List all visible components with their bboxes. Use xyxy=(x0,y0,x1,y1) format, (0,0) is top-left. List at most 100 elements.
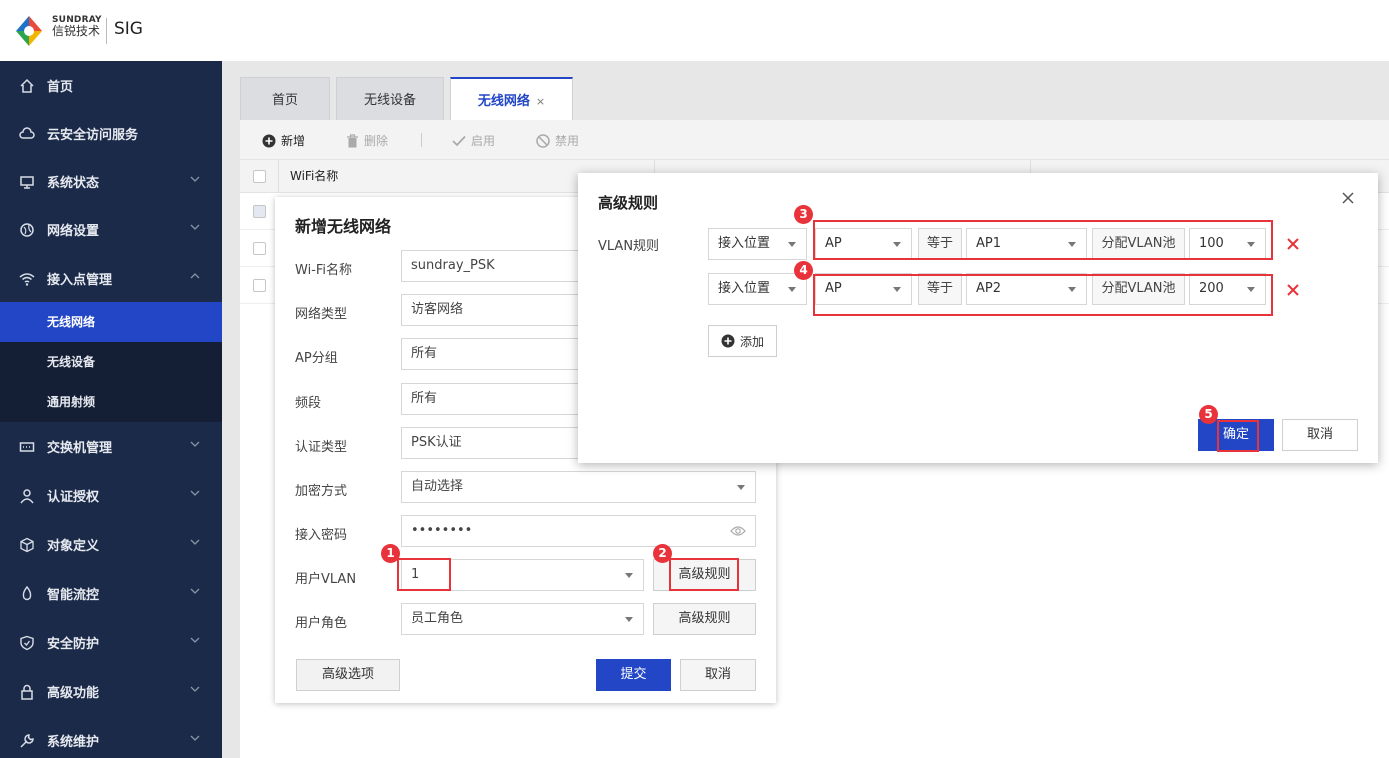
sidebar-item-maintenance[interactable]: 系统维护 xyxy=(0,716,222,758)
delete-rule-2-icon[interactable] xyxy=(1285,282,1301,298)
row-checkbox[interactable] xyxy=(253,279,266,292)
ban-icon xyxy=(536,133,550,148)
rule-1-type-select[interactable]: AP xyxy=(815,228,912,260)
tab-label: 无线网络 xyxy=(477,94,530,109)
chevron-down-icon xyxy=(190,637,200,643)
user-vlan-select[interactable]: 1 xyxy=(401,559,644,591)
sidebar-item-label: 首页 xyxy=(47,80,74,95)
enable-button[interactable]: 启用 xyxy=(452,132,495,149)
toolbar: 新增 删除 启用 禁用 xyxy=(240,120,1389,160)
chevron-down-icon xyxy=(190,490,200,496)
auth-type-value: PSK认证 xyxy=(411,435,462,450)
eye-icon[interactable] xyxy=(730,525,746,537)
user-role-label: 用户角色 xyxy=(295,616,348,631)
tab-home[interactable]: 首页 xyxy=(240,77,330,120)
cloud-icon xyxy=(18,125,36,143)
password-value: •••••••• xyxy=(411,523,473,538)
rule-2-type-select[interactable]: AP xyxy=(815,273,912,305)
caret-down-icon xyxy=(788,287,796,292)
submit-button[interactable]: 提交 xyxy=(596,659,671,691)
plus-circle-icon xyxy=(262,134,276,147)
rule-1-value-select[interactable]: AP1 xyxy=(966,228,1087,260)
step-badge-2: 2 xyxy=(653,544,672,563)
sidebar-item-label: 接入点管理 xyxy=(47,273,113,288)
rule-1-operator: 等于 xyxy=(918,228,962,260)
sidebar-item-cloud[interactable]: 云安全访问服务 xyxy=(0,109,222,158)
rule-1-vlan-select[interactable]: 100 xyxy=(1189,228,1266,260)
brand: SUNDRAY 信锐技术 xyxy=(52,15,102,39)
plus-circle-icon xyxy=(721,334,735,348)
advanced-rule-dialog: 高级规则 VLAN规则 接入位置 AP 等于 AP1 分配VLAN池 100 接… xyxy=(578,173,1378,463)
rule-2-operator: 等于 xyxy=(918,273,962,305)
rule-1-field-select[interactable]: 接入位置 xyxy=(708,228,807,260)
disable-button[interactable]: 禁用 xyxy=(536,132,579,149)
rule-2-value-select[interactable]: AP2 xyxy=(966,273,1087,305)
delete-button[interactable]: 删除 xyxy=(346,132,388,149)
chevron-down-icon xyxy=(190,224,200,230)
caret-down-icon xyxy=(893,287,901,292)
delete-rule-1-icon[interactable] xyxy=(1285,236,1301,252)
encryption-select[interactable]: 自动选择 xyxy=(401,471,756,503)
sidebar-item-advanced[interactable]: 高级功能 xyxy=(0,667,222,716)
rule-2-vlan-select[interactable]: 200 xyxy=(1189,273,1266,305)
enable-button-label: 启用 xyxy=(471,134,496,148)
add-button-label: 新增 xyxy=(281,134,306,148)
submenu-ap-management: 无线网络 无线设备 通用射频 xyxy=(0,302,222,422)
wifi-name-value: sundray_PSK xyxy=(411,258,495,273)
advanced-options-button[interactable]: 高级选项 xyxy=(296,659,400,691)
sidebar-item-network[interactable]: 网络设置 xyxy=(0,205,222,254)
caret-down-icon xyxy=(625,617,633,622)
toolbar-divider xyxy=(421,133,422,147)
sidebar-subitem-radio[interactable]: 通用射频 xyxy=(0,382,222,422)
sidebar-subitem-wireless-device[interactable]: 无线设备 xyxy=(0,342,222,382)
band-label: 频段 xyxy=(295,396,322,411)
band-value: 所有 xyxy=(411,391,438,406)
product-name: SIG xyxy=(114,19,143,39)
role-advanced-rule-button[interactable]: 高级规则 xyxy=(653,603,756,635)
caret-down-icon xyxy=(625,573,633,578)
password-input[interactable]: •••••••• xyxy=(401,515,756,547)
user-icon xyxy=(18,487,36,505)
sidebar-item-label: 高级功能 xyxy=(47,686,100,701)
rule-type-value: AP xyxy=(825,236,842,251)
tab-wireless-network[interactable]: 无线网络 × xyxy=(450,77,573,121)
vlan-advanced-rule-button[interactable]: 高级规则 xyxy=(653,559,756,591)
dialog-title: 高级规则 xyxy=(598,194,659,212)
close-icon[interactable] xyxy=(1340,190,1356,206)
step-badge-1: 1 xyxy=(381,544,400,563)
modal-cancel-button[interactable]: 取消 xyxy=(1282,419,1358,451)
sidebar-item-ap-management[interactable]: 接入点管理 xyxy=(0,254,222,303)
select-all-checkbox[interactable] xyxy=(253,170,266,183)
sidebar-item-switch-management[interactable]: 交换机管理 xyxy=(0,422,222,471)
sidebar-item-label: 交换机管理 xyxy=(47,441,113,456)
sidebar-item-label: 安全防护 xyxy=(47,637,100,652)
row-checkbox[interactable] xyxy=(253,205,266,218)
disable-button-label: 禁用 xyxy=(555,134,580,148)
sidebar-subitem-wireless-network[interactable]: 无线网络 xyxy=(0,302,222,342)
tab-wireless-device[interactable]: 无线设备 xyxy=(336,77,444,120)
cancel-button[interactable]: 取消 xyxy=(680,659,756,691)
sidebar-item-label: 网络设置 xyxy=(47,224,100,239)
rule-vlan-value: 100 xyxy=(1199,236,1224,251)
monitor-icon xyxy=(18,173,36,191)
sidebar-item-security[interactable]: 安全防护 xyxy=(0,618,222,667)
add-rule-button[interactable]: 添加 xyxy=(708,325,777,357)
sidebar-item-status[interactable]: 系统状态 xyxy=(0,157,222,206)
sidebar-item-label: 智能流控 xyxy=(47,588,100,603)
sidebar-item-flow-control[interactable]: 智能流控 xyxy=(0,569,222,618)
tab-close-icon[interactable]: × xyxy=(536,95,545,108)
step-badge-5: 5 xyxy=(1199,405,1218,424)
add-button[interactable]: 新增 xyxy=(262,132,305,149)
row-checkbox[interactable] xyxy=(253,242,266,255)
user-role-select[interactable]: 员工角色 xyxy=(401,603,644,635)
caret-down-icon xyxy=(1068,287,1076,292)
sidebar-item-home[interactable]: 首页 xyxy=(0,61,222,110)
wifi-icon xyxy=(18,270,36,288)
sidebar-item-label: 认证授权 xyxy=(47,490,100,505)
chevron-down-icon xyxy=(190,176,200,182)
rule-2-field-select[interactable]: 接入位置 xyxy=(708,273,807,305)
sidebar-item-auth[interactable]: 认证授权 xyxy=(0,471,222,520)
wifi-name-label: Wi-Fi名称 xyxy=(295,263,353,278)
sidebar-item-objects[interactable]: 对象定义 xyxy=(0,520,222,569)
chevron-up-icon xyxy=(190,273,200,279)
